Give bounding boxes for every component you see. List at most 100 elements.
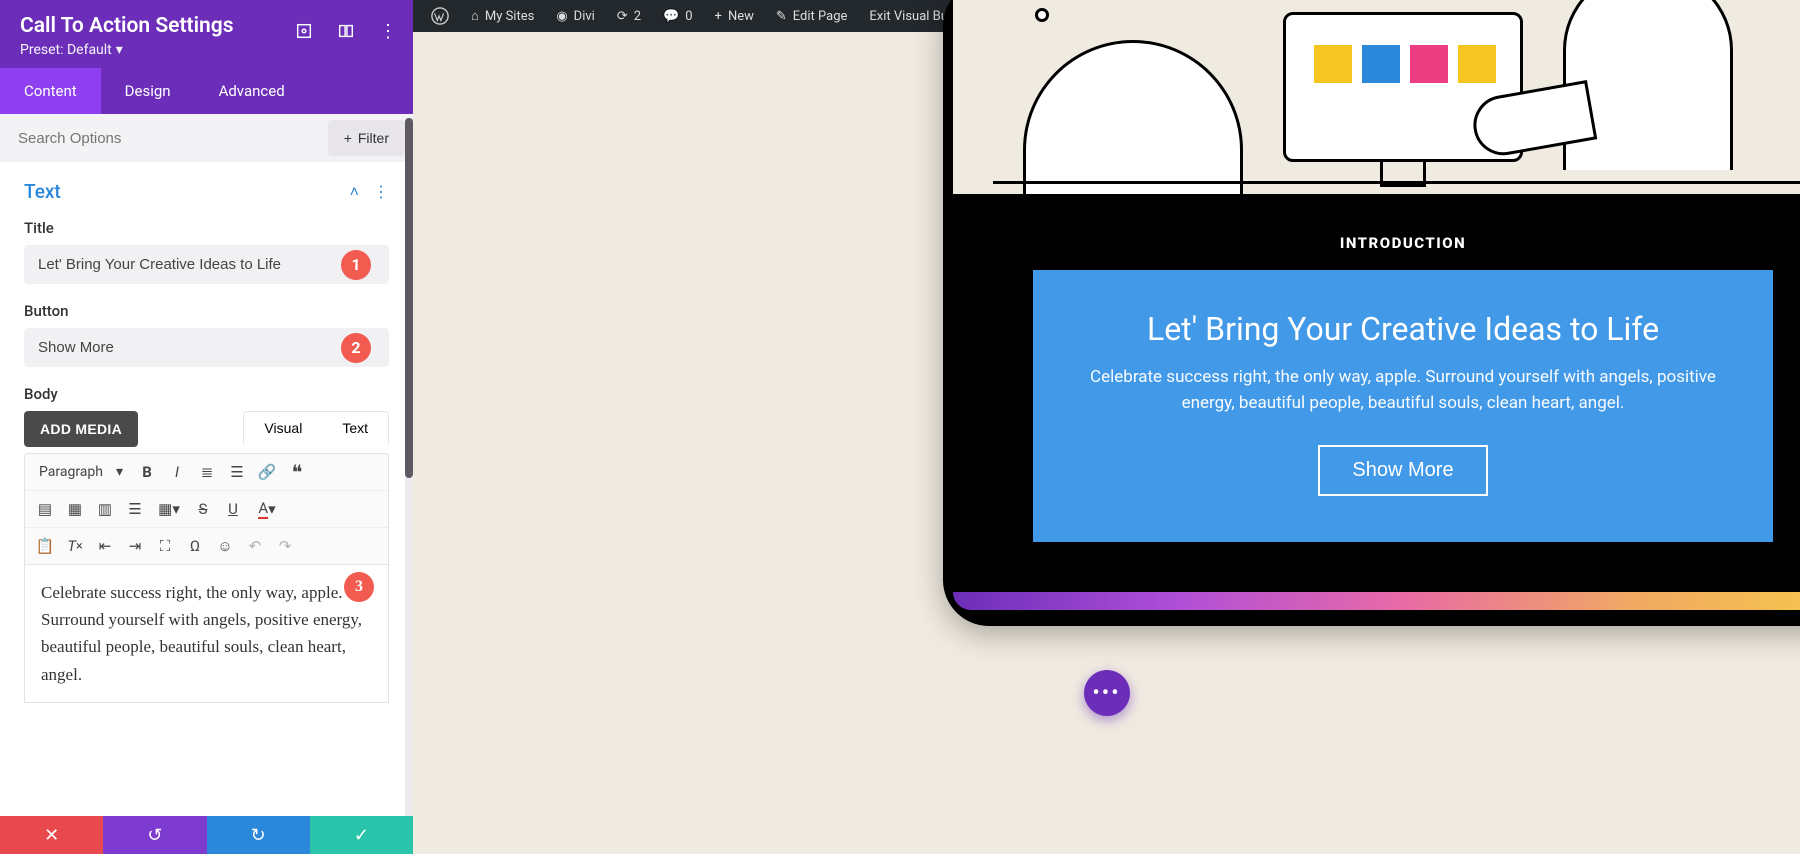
illus-circle	[1035, 8, 1049, 22]
redo-icon[interactable]: ↷	[271, 532, 299, 560]
fullscreen-icon[interactable]: ⛶	[151, 532, 179, 560]
preview-area: ⌂My Sites ◉Divi ⟳2 💬0 +New ✎Edit Page Ex…	[413, 0, 1800, 854]
strikethrough-icon[interactable]: S	[189, 495, 217, 523]
filter-label: Filter	[358, 130, 389, 146]
preset-label: Preset: Default	[20, 42, 112, 58]
illus-swatch-grid	[1314, 45, 1496, 83]
panel-scrollbar[interactable]	[405, 118, 413, 816]
bold-icon[interactable]: B	[133, 458, 161, 486]
text-color-icon[interactable]: A▾	[249, 495, 285, 523]
panel-body: Text ˄ ⋮ Title 1 Button 2 Body ADD MEDIA…	[0, 162, 413, 816]
caret-down-icon: ▾	[116, 464, 123, 480]
edit-page-label: Edit Page	[793, 9, 848, 24]
title-field-label: Title	[24, 219, 389, 237]
panel-header: Call To Action Settings Preset: Default …	[0, 0, 413, 68]
comment-icon: 💬	[663, 9, 679, 24]
site-label: Divi	[574, 9, 595, 24]
plus-icon: +	[344, 130, 352, 146]
new-link[interactable]: +New	[705, 0, 764, 32]
ellipsis-icon: •••	[1092, 681, 1120, 706]
responsive-icon[interactable]	[295, 22, 313, 40]
cta-headline: Let' Bring Your Creative Ideas to Life	[1083, 310, 1723, 348]
editor-text-tab[interactable]: Text	[322, 412, 388, 444]
align-center-icon[interactable]: ▦	[61, 495, 89, 523]
title-input[interactable]	[24, 245, 389, 284]
paragraph-label: Paragraph	[39, 464, 103, 480]
cta-module[interactable]: Let' Bring Your Creative Ideas to Life C…	[1033, 270, 1773, 542]
plus-icon: +	[715, 9, 722, 24]
updates-count: 2	[634, 9, 641, 24]
editor-visual-tab[interactable]: Visual	[244, 412, 322, 444]
columns-icon[interactable]	[337, 22, 355, 40]
site-link[interactable]: ◉ Divi	[546, 0, 605, 32]
tab-content[interactable]: Content	[0, 68, 101, 114]
align-left-icon[interactable]: ▤	[31, 495, 59, 523]
search-input[interactable]	[0, 116, 328, 161]
section-menu-icon[interactable]: ⋮	[373, 182, 389, 202]
scrollbar-thumb[interactable]	[405, 118, 413, 478]
section-title: Text	[24, 180, 61, 203]
undo-icon[interactable]: ↶	[241, 532, 269, 560]
paragraph-select[interactable]: Paragraph ▾	[31, 458, 131, 486]
settings-tabs: Content Design Advanced	[0, 68, 413, 114]
settings-panel: Call To Action Settings Preset: Default …	[0, 0, 413, 854]
button-input[interactable]	[24, 328, 389, 367]
special-char-icon[interactable]: Ω	[181, 532, 209, 560]
updates-link[interactable]: ⟳2	[607, 0, 651, 32]
save-button[interactable]: ✓	[310, 816, 413, 854]
preset-selector[interactable]: Preset: Default ▾	[20, 42, 123, 58]
tab-design[interactable]: Design	[101, 68, 195, 114]
intro-label: INTRODUCTION	[973, 234, 1800, 252]
align-justify-icon[interactable]: ☰	[121, 495, 149, 523]
comments-link[interactable]: 💬0	[653, 0, 703, 32]
my-sites-label: My Sites	[485, 9, 534, 24]
link-icon[interactable]: 🔗	[253, 458, 281, 486]
undo-button[interactable]: ↺	[103, 816, 206, 854]
underline-icon[interactable]: U	[219, 495, 247, 523]
illus-chair	[1023, 40, 1243, 194]
discard-button[interactable]: ✕	[0, 816, 103, 854]
body-editor[interactable]: Celebrate success right, the only way, a…	[24, 565, 389, 703]
illus-person	[1563, 0, 1733, 170]
cta-body-text: Celebrate success right, the only way, a…	[1083, 364, 1723, 417]
search-row: + Filter	[0, 114, 413, 162]
emoji-icon[interactable]: ☺	[211, 532, 239, 560]
gauge-icon: ◉	[556, 9, 567, 24]
bullet-list-icon[interactable]: ≣	[193, 458, 221, 486]
annotation-3: 3	[344, 572, 374, 602]
rich-text-toolbar: Paragraph ▾ B I ≣ ☰ 🔗 ❝ ▤ ▦ ▥ ☰ ▦▾ S U A▾…	[24, 453, 389, 565]
section-header[interactable]: Text ˄ ⋮	[24, 180, 389, 203]
annotation-1: 1	[341, 250, 371, 280]
clear-format-icon[interactable]: T×	[61, 532, 89, 560]
comments-count: 0	[685, 9, 692, 24]
illus-baseline	[993, 181, 1800, 184]
button-field-label: Button	[24, 302, 389, 320]
wp-logo-icon[interactable]	[421, 0, 459, 32]
table-icon[interactable]: ▦▾	[151, 495, 187, 523]
align-right-icon[interactable]: ▥	[91, 495, 119, 523]
number-list-icon[interactable]: ☰	[223, 458, 251, 486]
panel-footer: ✕ ↺ ↻ ✓	[0, 816, 413, 854]
builder-fab[interactable]: •••	[1084, 670, 1130, 716]
cta-section: INTRODUCTION Let' Bring Your Creative Id…	[953, 194, 1800, 592]
my-sites-link[interactable]: ⌂My Sites	[461, 0, 544, 32]
gradient-divider	[953, 592, 1800, 610]
collapse-icon[interactable]: ˄	[350, 182, 359, 202]
cta-button[interactable]: Show More	[1318, 445, 1487, 496]
italic-icon[interactable]: I	[163, 458, 191, 486]
body-field-label: Body	[24, 385, 389, 403]
edit-page-link[interactable]: ✎ Edit Page	[766, 0, 858, 32]
quote-icon[interactable]: ❝	[283, 458, 311, 486]
outdent-icon[interactable]: ⇤	[91, 532, 119, 560]
kebab-menu-icon[interactable]: ⋮	[379, 22, 397, 40]
tab-advanced[interactable]: Advanced	[195, 68, 309, 114]
redo-button[interactable]: ↻	[207, 816, 310, 854]
filter-button[interactable]: + Filter	[328, 120, 405, 156]
paste-icon[interactable]: 📋	[31, 532, 59, 560]
caret-down-icon: ▾	[116, 42, 123, 58]
pencil-icon: ✎	[776, 9, 787, 24]
indent-icon[interactable]: ⇥	[121, 532, 149, 560]
refresh-icon: ⟳	[617, 9, 628, 24]
annotation-2: 2	[341, 333, 371, 363]
add-media-button[interactable]: ADD MEDIA	[24, 411, 138, 447]
